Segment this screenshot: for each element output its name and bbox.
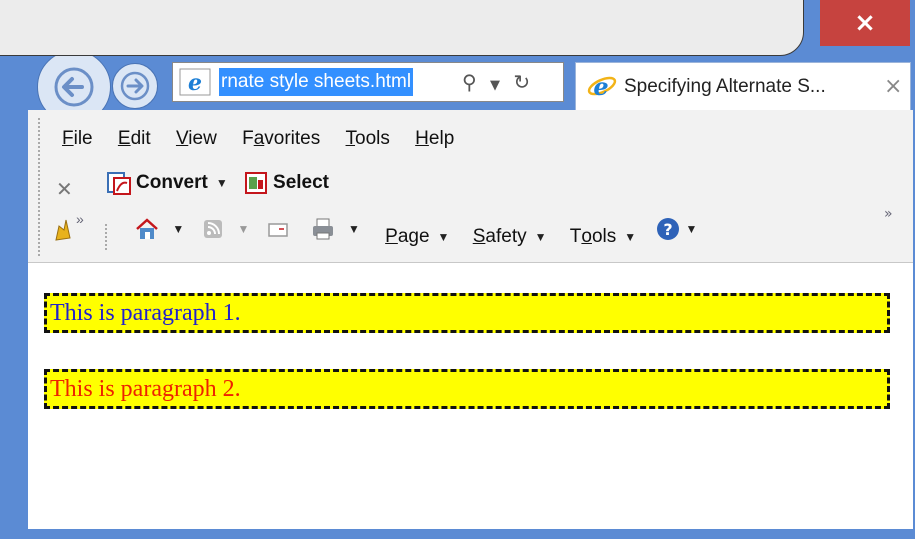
tab-close-icon[interactable]: × — [884, 72, 902, 102]
select-button[interactable]: Select — [243, 168, 329, 198]
menu-view[interactable]: View — [176, 124, 217, 154]
browser-window: × e rnate style sheets.html ⚲ ▼ ↻ e Spec… — [0, 0, 915, 539]
chevron-down-icon[interactable]: ▼ — [490, 70, 500, 102]
menu-file[interactable]: File — [62, 124, 93, 154]
menu-help[interactable]: Help — [415, 124, 454, 154]
add-favorites-icon — [55, 219, 71, 241]
close-window-button[interactable]: × — [820, 0, 910, 46]
ie-logo-icon: e — [179, 68, 211, 96]
chevron-right-icon[interactable]: » — [884, 206, 893, 222]
help-button[interactable]: ? ▼ — [655, 214, 697, 244]
stop-button[interactable]: ✕ — [56, 175, 91, 205]
callout-overlay — [0, 0, 804, 56]
favorites-star-button[interactable]: » — [50, 211, 84, 244]
menu-tools[interactable]: Tools — [346, 124, 390, 154]
menu-favorites[interactable]: Favorites — [242, 124, 320, 154]
command-bar: » ▼ ▼ ▼ P age ▼ S afety ▼ T o ols ▼ ? ▼ — [50, 211, 707, 250]
close-icon: ✕ — [56, 179, 73, 201]
page-content: This is paragraph 1. This is paragraph 2… — [28, 263, 913, 529]
pdf-convert-icon — [107, 172, 132, 195]
chevron-down-icon[interactable]: ▼ — [685, 222, 697, 236]
address-bar[interactable]: e rnate style sheets.html ⚲ ▼ ↻ — [172, 62, 564, 102]
search-icon[interactable]: ⚲ — [462, 66, 477, 98]
convert-button[interactable]: Convert ▼ — [106, 168, 228, 198]
toolbar-separator — [105, 223, 108, 250]
ie-tab-icon: e — [587, 72, 617, 100]
tab-title: Specifying Alternate S... — [624, 76, 826, 97]
menu-edit[interactable]: Edit — [118, 124, 151, 154]
chevron-right-icon[interactable]: » — [76, 211, 84, 227]
chevron-down-icon[interactable]: ▼ — [624, 230, 636, 244]
read-mail-button[interactable] — [265, 214, 295, 244]
pdf-toolbar: ✕ Convert ▼ Select — [56, 168, 339, 201]
svg-text:e: e — [188, 70, 202, 96]
menu-bar: File Edit View Favorites Tools Help — [62, 124, 474, 154]
chevron-down-icon[interactable]: ▼ — [348, 222, 360, 236]
svg-text:e: e — [593, 72, 608, 100]
safety-menu-button[interactable]: Safety ▼ — [473, 222, 547, 252]
chevron-down-icon[interactable]: ▼ — [238, 222, 250, 236]
tools-menu-button[interactable]: To ols ▼ — [570, 222, 636, 252]
printer-icon — [312, 218, 333, 240]
refresh-icon[interactable]: ↻ — [513, 66, 530, 98]
forward-arrow-icon — [120, 71, 150, 101]
feeds-button[interactable]: ▼ — [200, 214, 250, 244]
home-icon — [136, 218, 159, 239]
select-label: Select — [273, 172, 329, 193]
chevron-down-icon[interactable]: ▼ — [438, 230, 450, 244]
pdf-select-icon — [245, 172, 268, 194]
chevron-down-icon[interactable]: ▼ — [535, 230, 547, 244]
close-icon: × — [854, 8, 876, 38]
chevron-down-icon[interactable]: ▼ — [216, 176, 228, 190]
page-menu-button[interactable]: Page ▼ — [385, 222, 449, 252]
tools-menu-label: ols — [591, 226, 617, 247]
home-button[interactable]: ▼ — [134, 214, 184, 244]
toolbar-area: File Edit View Favorites Tools Help ✕ Co… — [28, 110, 913, 263]
svg-text:?: ? — [664, 220, 673, 239]
print-button[interactable]: ▼ — [310, 214, 360, 244]
help-icon: ? — [657, 218, 680, 240]
rss-feed-icon — [203, 220, 222, 238]
toolbar-grip[interactable] — [38, 118, 40, 258]
address-url[interactable]: rnate style sheets.html — [219, 68, 414, 96]
convert-label: Convert — [136, 172, 208, 193]
paragraph-1: This is paragraph 1. — [44, 293, 890, 333]
safety-menu-label: afety — [485, 226, 527, 247]
page-menu-label: age — [397, 226, 430, 247]
mail-icon — [267, 223, 288, 237]
paragraph-2: This is paragraph 2. — [44, 369, 890, 409]
chevron-down-icon[interactable]: ▼ — [172, 222, 184, 236]
forward-button[interactable] — [112, 63, 158, 109]
tab-active[interactable]: e Specifying Alternate S... × — [575, 62, 911, 110]
